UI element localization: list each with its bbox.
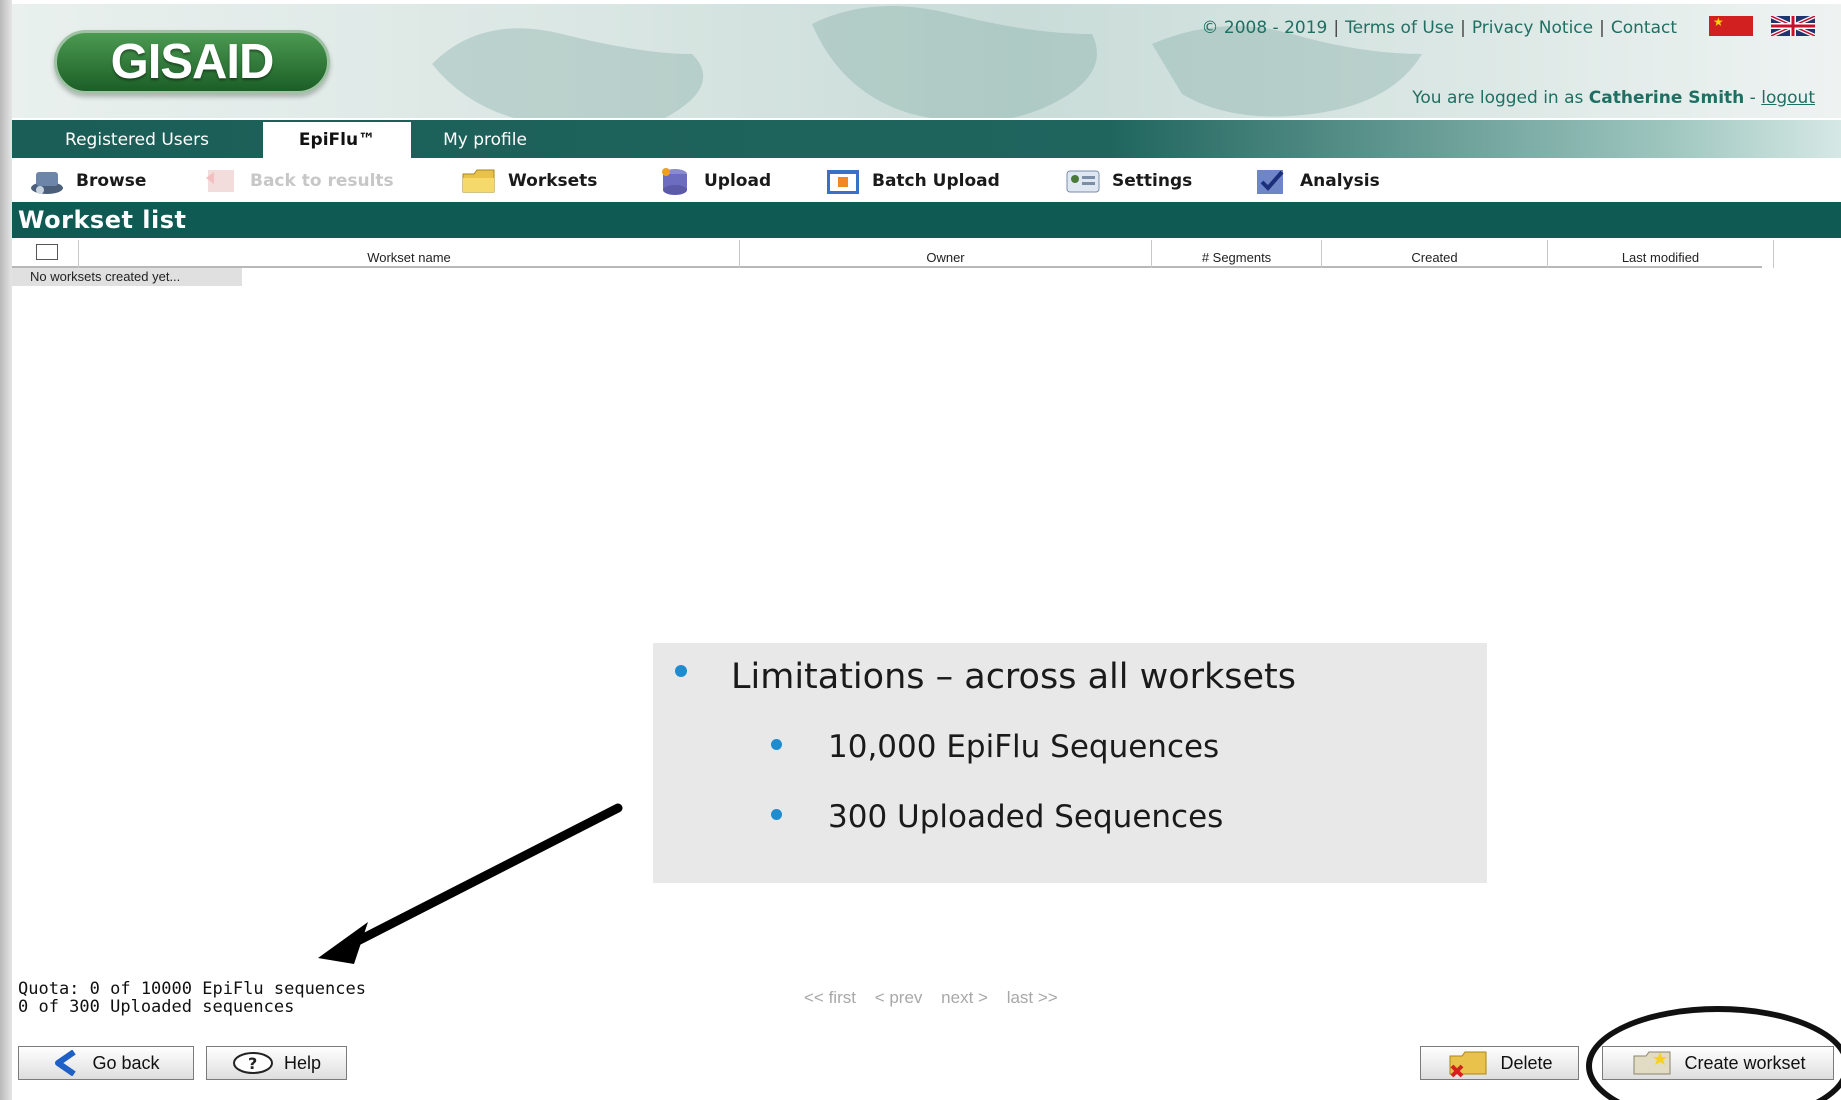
site-header: GISAID © 2008 - 2019 | Terms of Use | Privac… [12,4,1841,118]
back-to-results-icon [206,170,234,192]
go-back-button[interactable]: Go back [18,1046,194,1080]
settings-card-icon [1066,170,1100,193]
workset-list-title: Workset list [12,202,1841,238]
database-upload-icon [662,168,687,195]
delete-folder-icon [1449,1051,1487,1078]
gisaid-logo[interactable]: GISAID [54,30,330,94]
epiflu-toolbar: Browse Back to results Worksets Upload B… [12,160,1841,202]
user-name: Catherine Smith [1588,88,1745,108]
delete-label: Delete [1500,1052,1553,1073]
select-all-checkbox[interactable] [36,244,58,260]
column-created[interactable]: Created [1322,240,1548,268]
browse-label: Browse [76,171,147,191]
callout-sub-bullet-epiflu: 10,000 EpiFlu Sequences [828,729,1220,765]
top-links: © 2008 - 2019 | Terms of Use | Privacy Notic… [1201,18,1677,38]
pager-next[interactable]: next > [941,988,988,1007]
tab-my-profile[interactable]: My profile [412,122,558,158]
column-last-modified[interactable]: Last modified [1548,240,1774,268]
column-owner[interactable]: Owner [740,240,1152,268]
logout-link[interactable]: logout [1761,88,1815,108]
logged-in-status: You are logged in as Catherine Smith - l… [1412,88,1815,108]
settings-button[interactable]: Settings [1064,164,1192,198]
back-to-results-label: Back to results [250,171,394,191]
bullet-dot [771,809,782,820]
svg-text:?: ? [248,1054,257,1073]
browse-icon [31,172,63,194]
folder-icon [462,169,495,193]
pagination: << first < prev next > last >> [804,988,1072,1008]
batch-upload-button[interactable]: Batch Upload [824,164,1000,198]
analysis-check-icon [1257,170,1284,194]
empty-list-message: No worksets created yet... [12,268,242,286]
callout-main-bullet: Limitations – across all worksets [731,657,1297,697]
chinese-flag-icon[interactable] [1709,15,1753,36]
upload-button[interactable]: Upload [656,164,771,198]
settings-label: Settings [1112,171,1193,191]
pager-prev[interactable]: < prev [875,988,923,1007]
quota-uploaded: 0 of 300 Uploaded sequences [18,997,295,1017]
analysis-button[interactable]: Analysis [1252,164,1380,198]
logged-in-prefix: You are logged in as [1412,88,1584,108]
chevron-left-icon [55,1050,77,1076]
privacy-notice-link[interactable]: Privacy Notice [1472,18,1593,38]
annotation-ellipse [1586,1006,1841,1100]
contact-link[interactable]: Contact [1611,18,1677,38]
browse-button[interactable]: Browse [28,164,146,198]
window-left-edge [0,0,12,1100]
callout-sub-bullet-uploaded: 300 Uploaded Sequences [828,799,1224,835]
help-label: Help [283,1052,322,1073]
column-segments[interactable]: # Segments [1152,240,1322,268]
upload-label: Upload [704,171,772,191]
uk-flag-icon[interactable] [1771,16,1815,36]
batch-upload-icon [827,170,859,194]
limitations-callout: Limitations – across all worksets 10,000… [653,643,1487,883]
annotation-arrow-icon [318,803,623,964]
help-icon: ? [232,1052,273,1074]
column-workset-name[interactable]: Workset name [78,240,740,268]
bullet-dot [675,665,687,677]
delete-button[interactable]: Delete [1420,1046,1579,1080]
tab-epiflu[interactable]: EpiFlu™ [263,122,411,158]
batch-upload-label: Batch Upload [872,171,1000,191]
quota-info: Quota: 0 of 10000 EpiFlu sequences 0 of … [18,980,366,1016]
pager-last[interactable]: last >> [1007,988,1058,1007]
analysis-label: Analysis [1300,171,1380,191]
workset-table-header: Workset name Owner # Segments Created La… [12,240,1774,268]
terms-of-use-link[interactable]: Terms of Use [1345,18,1454,38]
worksets-label: Worksets [508,171,598,191]
help-button[interactable]: ? Help [206,1046,347,1080]
bullet-dot [771,739,782,750]
copyright-text: © 2008 - 2019 [1201,18,1328,38]
tab-registered-users[interactable]: Registered Users [12,122,262,158]
main-tab-bar: Registered Users EpiFlu™ My profile [12,120,1841,158]
back-to-results-button[interactable]: Back to results [202,164,394,198]
pager-first[interactable]: << first [804,988,856,1007]
go-back-label: Go back [92,1052,160,1073]
worksets-button[interactable]: Worksets [460,164,597,198]
quota-epiflu: Quota: 0 of 10000 EpiFlu sequences [18,979,366,999]
